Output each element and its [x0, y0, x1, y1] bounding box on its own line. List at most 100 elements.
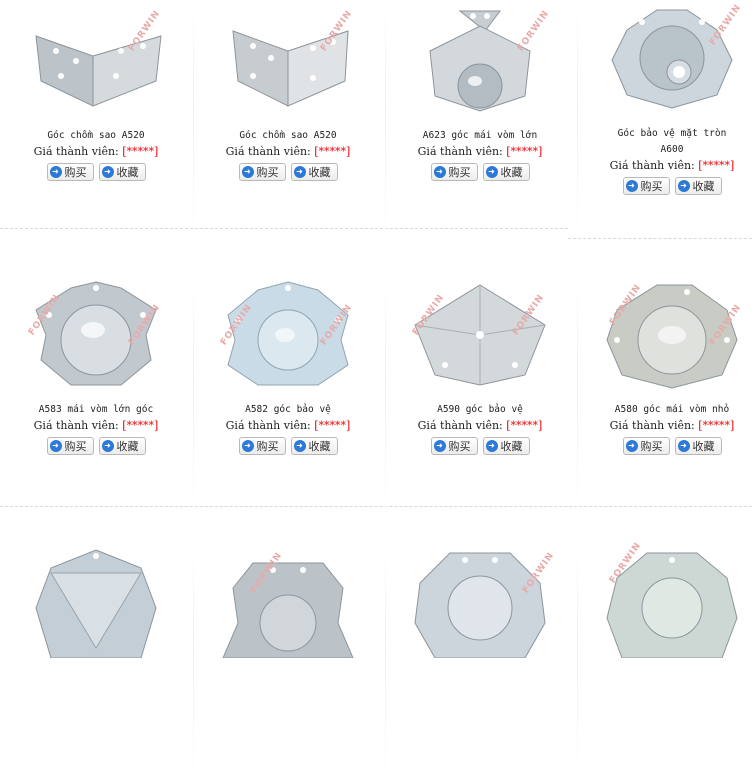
arrow-icon: ➜ [293, 166, 306, 178]
buy-button[interactable]: ➜ 购买 [430, 163, 478, 181]
arrow-icon: ➜ [49, 440, 62, 452]
collect-label: 收藏 [308, 166, 331, 179]
buy-label: 购买 [640, 440, 663, 453]
product-card[interactable]: FORWIN Góc bảo vệ mặt tròn A600 Giá thàn… [576, 0, 752, 195]
buy-label: 购买 [64, 166, 87, 179]
product-title[interactable]: Góc bảo vệ mặt tròn [576, 126, 752, 142]
collect-button[interactable]: ➜ 收藏 [98, 163, 146, 181]
product-image[interactable] [21, 548, 171, 658]
collect-button[interactable]: ➜ 收藏 [482, 163, 530, 181]
price-mask: [*****] [314, 419, 351, 432]
arrow-icon: ➜ [677, 440, 690, 452]
product-card[interactable]: FORWIN Góc chồm sao A520 Giá thành viên:… [0, 6, 194, 242]
collect-button[interactable]: ➜ 收藏 [674, 437, 722, 455]
price-label: Giá thành viên: [225, 419, 311, 432]
arrow-icon: ➜ [625, 440, 638, 452]
product-card[interactable]: FORWIN [576, 541, 752, 658]
buy-button[interactable]: ➜ 购买 [46, 437, 94, 455]
buy-button[interactable]: ➜ 购买 [46, 163, 94, 181]
member-price: Giá thành viên: [*****] [576, 159, 752, 172]
member-price: Giá thành viên: [*****] [0, 145, 192, 158]
buy-label: 购买 [64, 440, 87, 453]
member-price: Giá thành viên: [*****] [576, 419, 752, 432]
product-image[interactable]: FORWIN [597, 0, 747, 110]
product-title[interactable]: A580 góc mái vòm nhỏ [576, 402, 752, 418]
buy-button[interactable]: ➜ 购买 [430, 437, 478, 455]
price-label: Giá thành viên: [33, 145, 119, 158]
price-mask: [*****] [122, 145, 159, 158]
product-card[interactable]: FORWIN Góc chồm sao A520 Giá thành viên:… [192, 6, 386, 242]
row-divider [0, 228, 568, 229]
buy-button[interactable]: ➜ 购买 [238, 437, 286, 455]
buy-label: 购买 [448, 440, 471, 453]
product-card[interactable]: FORWIN A623 góc mái vòm lớn Giá thành vi… [384, 6, 578, 242]
price-label: Giá thành viên: [225, 145, 311, 158]
member-price: Giá thành viên: [*****] [192, 145, 384, 158]
product-image[interactable]: FORWIN [213, 6, 363, 116]
arrow-icon: ➜ [625, 180, 638, 192]
product-model[interactable]: A600 [576, 142, 752, 158]
buy-label: 购买 [256, 166, 279, 179]
arrow-icon: ➜ [485, 440, 498, 452]
price-mask: [*****] [698, 159, 735, 172]
row-divider [568, 238, 752, 239]
arrow-icon: ➜ [49, 166, 62, 178]
product-card[interactable]: FORWIN FORWIN A583 mái vòm lớn góc Giá t… [0, 280, 194, 516]
arrow-icon: ➜ [101, 440, 114, 452]
product-title[interactable]: A582 góc bảo vệ [192, 402, 384, 418]
product-image[interactable]: FORWIN FORWIN [21, 280, 171, 390]
collect-button[interactable]: ➜ 收藏 [674, 177, 722, 195]
price-mask: [*****] [506, 419, 543, 432]
collect-label: 收藏 [500, 440, 523, 453]
product-title[interactable]: A583 mái vòm lớn góc [0, 402, 192, 418]
member-price: Giá thành viên: [*****] [384, 419, 576, 432]
member-price: Giá thành viên: [*****] [384, 145, 576, 158]
collect-label: 收藏 [116, 166, 139, 179]
collect-button[interactable]: ➜ 收藏 [290, 437, 338, 455]
product-card[interactable]: FORWIN FORWIN A580 góc mái vòm nhỏ Giá t… [576, 280, 752, 455]
product-card[interactable]: FORWIN FORWIN A590 góc bảo vệ Giá thành … [384, 280, 578, 516]
buy-button[interactable]: ➜ 购买 [622, 177, 670, 195]
buy-label: 购买 [640, 180, 663, 193]
arrow-icon: ➜ [241, 166, 254, 178]
price-mask: [*****] [698, 419, 735, 432]
collect-label: 收藏 [308, 440, 331, 453]
product-image[interactable]: FORWIN [405, 6, 555, 116]
product-card[interactable]: FORWIN [192, 548, 386, 784]
arrow-icon: ➜ [241, 440, 254, 452]
collect-button[interactable]: ➜ 收藏 [482, 437, 530, 455]
arrow-icon: ➜ [485, 166, 498, 178]
collect-label: 收藏 [116, 440, 139, 453]
product-image[interactable]: FORWIN [21, 6, 171, 116]
product-card[interactable]: FORWIN [384, 548, 578, 784]
product-image[interactable]: FORWIN [597, 541, 747, 658]
row-divider [0, 506, 752, 507]
product-image[interactable]: FORWIN FORWIN [405, 280, 555, 390]
product-image[interactable]: FORWIN [405, 548, 557, 658]
arrow-icon: ➜ [101, 166, 114, 178]
product-image[interactable]: FORWIN FORWIN [213, 280, 363, 390]
product-card[interactable]: FORWIN FORWIN A582 góc bảo vệ Giá thành … [192, 280, 386, 516]
arrow-icon: ➜ [433, 440, 446, 452]
price-mask: [*****] [314, 145, 351, 158]
buy-button[interactable]: ➜ 购买 [622, 437, 670, 455]
product-image[interactable]: FORWIN FORWIN [597, 280, 747, 390]
product-title[interactable]: Góc chồm sao A520 [0, 128, 192, 144]
price-label: Giá thành viên: [33, 419, 119, 432]
collect-button[interactable]: ➜ 收藏 [98, 437, 146, 455]
price-label: Giá thành viên: [417, 419, 503, 432]
arrow-icon: ➜ [293, 440, 306, 452]
buy-button[interactable]: ➜ 购买 [238, 163, 286, 181]
arrow-icon: ➜ [677, 180, 690, 192]
product-title[interactable]: A623 góc mái vòm lớn [384, 128, 576, 144]
price-label: Giá thành viên: [609, 159, 695, 172]
collect-button[interactable]: ➜ 收藏 [290, 163, 338, 181]
product-image[interactable]: FORWIN [213, 548, 363, 658]
collect-label: 收藏 [692, 440, 715, 453]
product-card[interactable] [0, 548, 194, 784]
product-title[interactable]: A590 góc bảo vệ [384, 402, 576, 418]
price-label: Giá thành viên: [417, 145, 503, 158]
member-price: Giá thành viên: [*****] [0, 419, 192, 432]
product-title[interactable]: Góc chồm sao A520 [192, 128, 384, 144]
member-price: Giá thành viên: [*****] [192, 419, 384, 432]
